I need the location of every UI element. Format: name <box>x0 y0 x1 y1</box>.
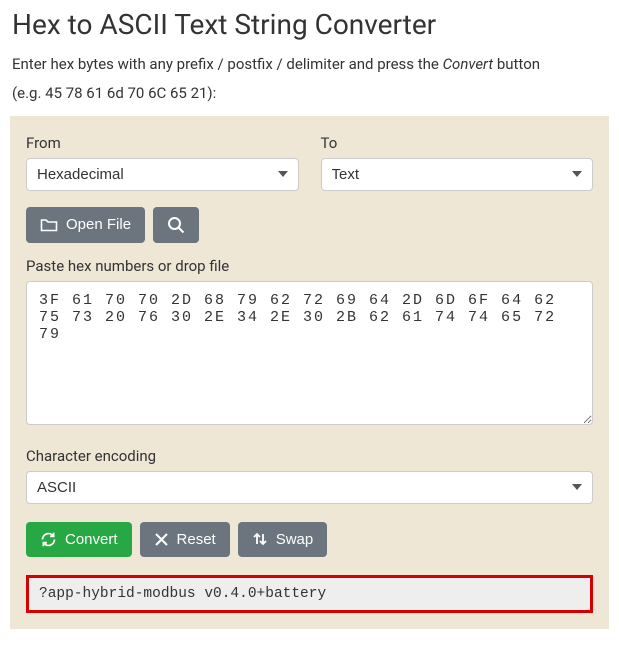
folder-icon <box>40 217 58 233</box>
search-icon <box>167 216 185 234</box>
search-button[interactable] <box>153 207 199 243</box>
swap-button[interactable]: Swap <box>238 522 328 557</box>
open-file-button[interactable]: Open File <box>26 207 145 243</box>
refresh-icon <box>40 531 57 548</box>
hex-input-label: Paste hex numbers or drop file <box>26 257 593 275</box>
intro-text: Enter hex bytes with any prefix / postfi… <box>0 53 619 84</box>
page-title: Hex to ASCII Text String Converter <box>0 0 619 53</box>
result-output: ?app-hybrid-modbus v0.4.0+battery <box>26 575 593 613</box>
swap-icon <box>252 531 268 547</box>
open-file-label: Open File <box>66 216 131 233</box>
encoding-label: Character encoding <box>26 447 593 465</box>
intro-emphasis: Convert <box>443 55 494 73</box>
from-select[interactable]: Hexadecimal <box>26 158 299 191</box>
intro-suffix: button <box>493 55 540 73</box>
converter-panel: From Hexadecimal To Text Open File <box>10 116 609 629</box>
convert-label: Convert <box>65 531 118 548</box>
close-icon <box>154 532 169 547</box>
swap-label: Swap <box>276 531 314 548</box>
encoding-select[interactable]: ASCII <box>26 471 593 504</box>
intro-prefix: Enter hex bytes with any prefix / postfi… <box>12 55 443 73</box>
hex-input[interactable] <box>26 281 593 425</box>
reset-button[interactable]: Reset <box>140 522 230 557</box>
convert-button[interactable]: Convert <box>26 522 132 557</box>
to-label: To <box>321 134 594 152</box>
example-text: (e.g. 45 78 61 6d 70 6C 65 21): <box>0 84 619 116</box>
reset-label: Reset <box>177 531 216 548</box>
from-label: From <box>26 134 299 152</box>
to-select[interactable]: Text <box>321 158 594 191</box>
